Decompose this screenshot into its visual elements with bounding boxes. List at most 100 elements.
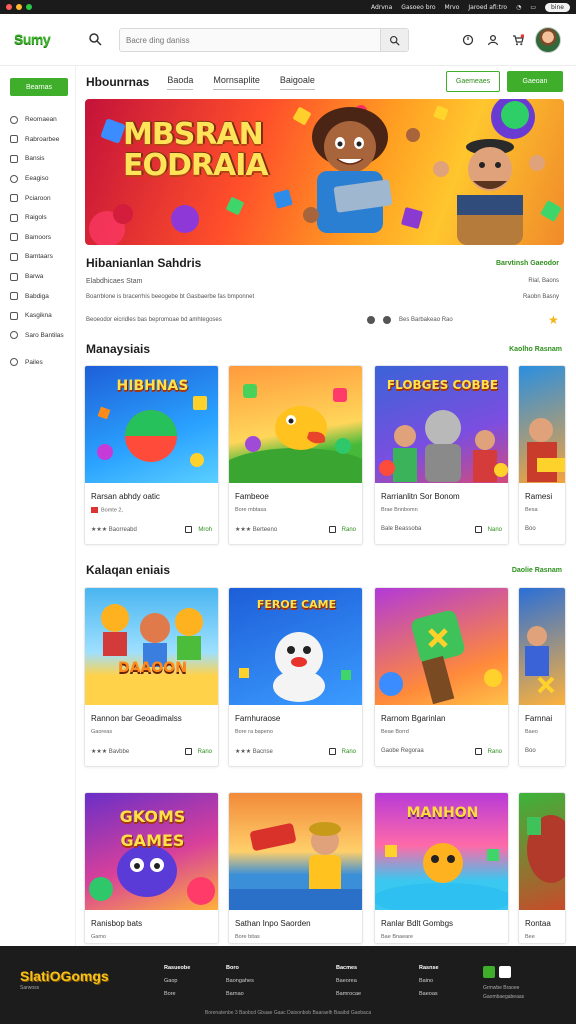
- game-meta: Brae Bnnbomn: [381, 507, 418, 513]
- hero-banner[interactable]: MBSRAN EODRAIA: [85, 99, 564, 245]
- game-card[interactable]: Rontaa Bee: [518, 792, 566, 944]
- sidebar-item[interactable]: Pailes: [10, 358, 43, 366]
- game-card[interactable]: Ramesi Besa Boo: [518, 365, 566, 545]
- game-card[interactable]: FEROE CAME Farnhuraose Bore ra bapeno ★★…: [228, 587, 363, 767]
- sidebar-item[interactable]: Pciaroon: [10, 188, 64, 208]
- game-card[interactable]: Rarnom Bgarinlan Beae Borrd Gaobe Regora…: [374, 587, 509, 767]
- share-icon[interactable]: [474, 748, 482, 755]
- sidebar-item[interactable]: Eeagiso: [10, 169, 64, 189]
- game-title: Rarnom Bgarinlan: [381, 714, 446, 723]
- share-icon[interactable]: [328, 526, 336, 533]
- game-thumbnail: FEROE CAME: [229, 588, 362, 705]
- game-meta: Bore bitas: [235, 934, 260, 940]
- secondary-button[interactable]: Gaemeaes: [446, 71, 500, 92]
- footer-logo[interactable]: SlatiOGomgs Sarwoss: [20, 968, 109, 991]
- avatar[interactable]: [535, 27, 561, 53]
- footer-link[interactable]: Baeoas: [419, 991, 438, 997]
- primary-button[interactable]: Gaeoan: [507, 71, 563, 92]
- user-icon[interactable]: [487, 34, 499, 46]
- tab[interactable]: Baigoale: [279, 75, 315, 90]
- game-action[interactable]: Rano: [328, 526, 356, 533]
- game-thumbnail: [229, 793, 362, 910]
- search-icon[interactable]: [88, 32, 102, 46]
- maximize-dot[interactable]: [26, 4, 32, 10]
- sidebar-item[interactable]: Reomaean: [10, 110, 64, 130]
- footer-link[interactable]: Baeorea: [336, 978, 357, 984]
- game-card[interactable]: FLOBGES COBBE Rarrianlitn Sor Bonom Brae…: [374, 365, 509, 545]
- game-card[interactable]: Farnnai Baeo Boo: [518, 587, 566, 767]
- folder-icon: [10, 154, 18, 163]
- os-item[interactable]: Mrvo: [445, 4, 460, 11]
- footer-link[interactable]: Baongahes: [226, 978, 254, 984]
- cart-icon[interactable]: [512, 34, 524, 46]
- close-dot[interactable]: [6, 4, 12, 10]
- section-title: Manaysiais: [86, 342, 151, 356]
- tab[interactable]: Baoda: [167, 75, 194, 90]
- game-card[interactable]: Fambeoe Bore mbtasa ★★★ Berteeno Rano: [228, 365, 363, 545]
- share-icon[interactable]: [185, 526, 193, 533]
- sidebar-primary-button[interactable]: Bearnas: [10, 78, 68, 96]
- sidebar-item[interactable]: Bansis: [10, 149, 64, 169]
- game-action[interactable]: Rano: [474, 748, 502, 755]
- favorite-star-icon[interactable]: ★: [548, 313, 559, 327]
- tag-icon: [91, 507, 98, 513]
- os-pill[interactable]: bine: [545, 2, 570, 12]
- game-action[interactable]: Mroh: [185, 526, 212, 533]
- game-card[interactable]: DAAOON Rannon bar Geoadimalss Gaoreas ★★…: [84, 587, 219, 767]
- search-input[interactable]: [120, 29, 375, 51]
- game-action-label: Mroh: [198, 526, 212, 533]
- share-icon[interactable]: [328, 748, 336, 755]
- game-title: Sathan Inpo Saorden: [235, 919, 311, 928]
- game-rating: Boo: [525, 748, 536, 754]
- sidebar-item[interactable]: Rabroarbee: [10, 130, 64, 150]
- game-thumbnail: FLOBGES COBBE: [375, 366, 508, 483]
- os-item[interactable]: Jaroed afi:tro: [468, 4, 507, 11]
- site-header: Sumy: [0, 14, 576, 66]
- battery-icon[interactable]: ▭: [530, 4, 536, 11]
- play-store-icon[interactable]: [499, 966, 511, 978]
- featured-title: Hibanianlan Sahdris: [86, 256, 202, 270]
- clock-icon[interactable]: [462, 34, 474, 46]
- window-controls[interactable]: [6, 4, 32, 10]
- app-store-icon[interactable]: [483, 966, 495, 978]
- section-see-all-link[interactable]: Kaolho Rasnam: [509, 346, 562, 353]
- game-title: Rarsan abhdy oatic: [91, 492, 160, 501]
- game-card[interactable]: HIBHNAS Rarsan abhdy oatic Bomte 2, ★★★ …: [84, 365, 219, 545]
- sidebar-item[interactable]: Barwa: [10, 267, 64, 287]
- game-card[interactable]: GKOMS GAMES Ranisbop bats Gamo: [84, 792, 219, 944]
- search-submit-button[interactable]: [380, 29, 408, 51]
- wifi-icon[interactable]: ◔: [516, 4, 521, 11]
- game-art-title: FLOBGES COBBE: [386, 378, 499, 392]
- game-art: [525, 626, 555, 694]
- os-item[interactable]: Gasoeo bro: [401, 4, 435, 11]
- sidebar-item[interactable]: Bamtaars: [10, 247, 64, 267]
- share-icon[interactable]: [474, 526, 482, 533]
- game-action[interactable]: Rano: [328, 748, 356, 755]
- game-action[interactable]: Rano: [184, 748, 212, 755]
- footer-link[interactable]: Bamrocae: [336, 991, 361, 997]
- footer-link[interactable]: Gaop: [164, 978, 177, 984]
- game-card[interactable]: Sathan Inpo Saorden Bore bitas: [228, 792, 363, 944]
- featured-stats: Bes Barbakeao Rao: [367, 316, 453, 324]
- footer-link[interactable]: Bore: [164, 991, 176, 997]
- share-icon[interactable]: [184, 748, 192, 755]
- featured-link[interactable]: Barvtinsh Gaeodor: [496, 260, 559, 267]
- game-thumbnail: DAAOON: [85, 588, 218, 705]
- os-item[interactable]: Adrvna: [371, 4, 392, 11]
- tab[interactable]: Mornsaplite: [213, 75, 260, 90]
- section-see-all-link[interactable]: Daolie Rasnam: [512, 567, 562, 574]
- sidebar-item[interactable]: Raigols: [10, 208, 64, 228]
- sidebar-item[interactable]: Kasgikna: [10, 306, 64, 326]
- sidebar-item[interactable]: Babdiga: [10, 286, 64, 306]
- footer-link[interactable]: Baino: [419, 978, 433, 984]
- game-thumbnail: HIBHNAS: [85, 366, 218, 483]
- footer-link[interactable]: Barnao: [226, 991, 244, 997]
- sidebar-item[interactable]: Saro Bantilas: [10, 326, 64, 346]
- game-action[interactable]: Nano: [474, 526, 502, 533]
- minimize-dot[interactable]: [16, 4, 22, 10]
- game-card[interactable]: MANHON Ranlar Bdlt Gombgs Bae Bnaeare: [374, 792, 509, 944]
- sidebar-item-label: Eeagiso: [25, 175, 49, 183]
- site-logo[interactable]: Sumy: [14, 31, 51, 47]
- sidebar-item[interactable]: Bamoors: [10, 228, 64, 248]
- sidebar-item-label: Pailes: [25, 358, 43, 366]
